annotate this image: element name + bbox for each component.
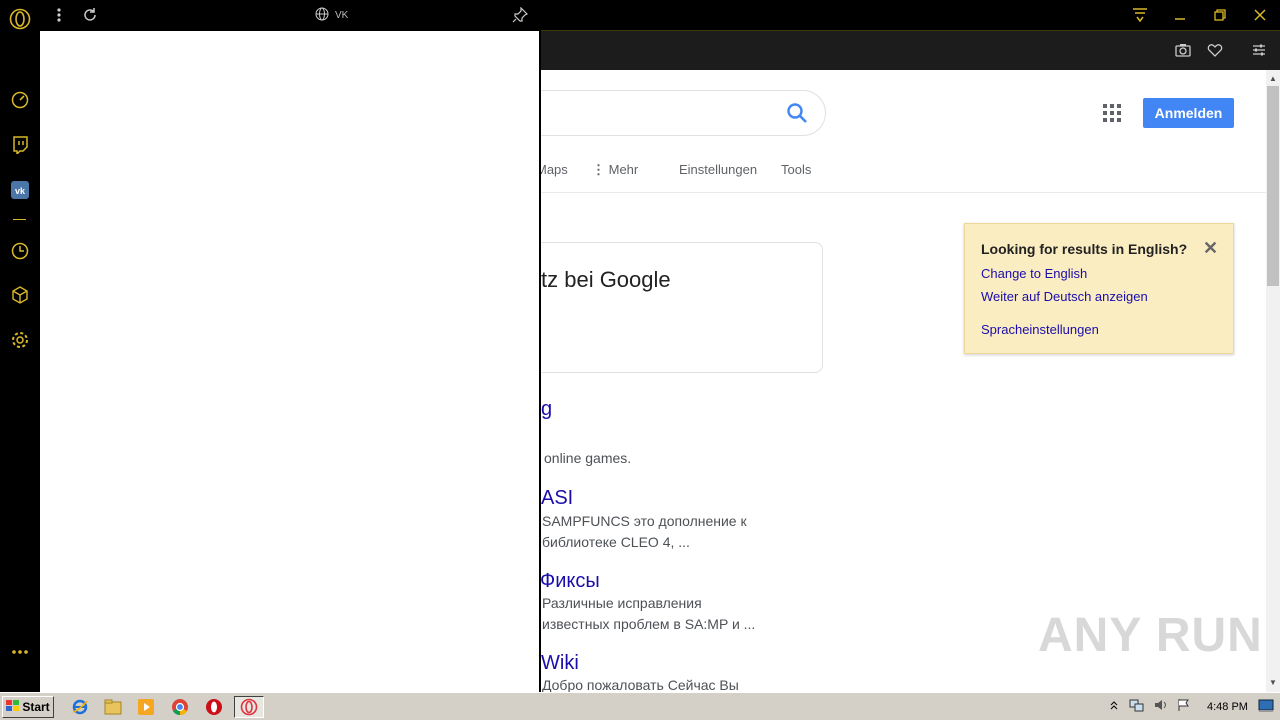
keep-german-link[interactable]: Weiter auf Deutsch anzeigen xyxy=(981,289,1148,304)
panel-title: VK xyxy=(315,7,348,24)
result-snippet: Различные исправления xyxy=(542,595,702,611)
change-to-english-link[interactable]: Change to English xyxy=(981,266,1087,281)
media-player-icon[interactable] xyxy=(134,696,158,718)
nav-divider xyxy=(540,192,1266,193)
opera-taskbar-icon[interactable] xyxy=(202,696,226,718)
tab-menu-icon[interactable] xyxy=(1128,4,1152,26)
easy-setup-icon[interactable] xyxy=(1249,40,1269,60)
opera-logo-icon[interactable] xyxy=(8,7,32,31)
browser-titlebar xyxy=(540,0,1280,31)
scroll-down-icon[interactable]: ▼ xyxy=(1266,676,1280,690)
restore-icon[interactable] xyxy=(1208,4,1232,26)
result-title[interactable]: ASI xyxy=(541,487,573,510)
settings-gear-icon[interactable] xyxy=(8,328,32,352)
sidebar-panel xyxy=(40,0,541,692)
bookmark-heart-icon[interactable] xyxy=(1205,40,1225,60)
taskbar-clock[interactable]: 4:48 PM xyxy=(1207,701,1248,713)
search-box[interactable] xyxy=(540,90,826,136)
chrome-icon[interactable] xyxy=(168,696,192,718)
nav-tools[interactable]: Tools xyxy=(781,162,811,177)
nav-settings[interactable]: Einstellungen xyxy=(679,162,757,177)
scrollbar-thumb[interactable] xyxy=(1267,86,1279,286)
reload-icon[interactable] xyxy=(82,7,98,28)
minimize-icon[interactable] xyxy=(1168,4,1192,26)
result-snippet: Добро пожаловать Сейчас Вы xyxy=(542,677,739,692)
panel-toolbar: VK xyxy=(40,0,540,31)
extensions-cube-icon[interactable] xyxy=(8,283,32,307)
nav-more-label: Mehr xyxy=(608,162,639,177)
globe-icon xyxy=(315,7,329,24)
close-window-icon[interactable] xyxy=(1248,4,1272,26)
language-settings-link[interactable]: Spracheinstellungen xyxy=(981,322,1099,337)
result-snippet: библиотеке CLEO 4, ... xyxy=(542,534,690,550)
panel-menu-icon[interactable] xyxy=(54,7,64,28)
explorer-folder-icon[interactable] xyxy=(101,696,125,718)
language-popup-title: Looking for results in English? xyxy=(981,241,1188,257)
volume-icon[interactable] xyxy=(1153,698,1169,717)
apps-grid-icon[interactable] xyxy=(1103,104,1121,122)
more-vert-icon: ⋮ xyxy=(592,162,605,177)
panel-title-label: VK xyxy=(335,10,349,21)
more-options-icon[interactable] xyxy=(8,640,32,664)
web-page: Anmelden Maps ⋮ Mehr Einstellungen Tools… xyxy=(540,70,1266,692)
tray-expand-icon[interactable] xyxy=(1109,698,1119,716)
vk-icon[interactable]: vk xyxy=(8,178,32,202)
windows-logo-icon xyxy=(6,699,20,715)
result-snippet: SAMPFUNCS это дополнение к xyxy=(542,513,747,529)
anyrun-watermark: ANY RUN xyxy=(1038,609,1263,662)
action-center-flag-icon[interactable] xyxy=(1177,698,1191,717)
start-label: Start xyxy=(22,700,50,714)
info-card-title: tz bei Google xyxy=(541,267,671,292)
sign-in-button[interactable]: Anmelden xyxy=(1143,98,1234,128)
result-title[interactable]: g xyxy=(541,398,552,421)
history-icon[interactable] xyxy=(8,239,32,263)
windows-taskbar: Start 4:48 PM xyxy=(0,692,1280,720)
search-icon[interactable] xyxy=(786,102,808,129)
result-title[interactable]: Wiki xyxy=(541,652,579,675)
close-icon[interactable]: ✕ xyxy=(1203,238,1218,259)
start-button[interactable]: Start xyxy=(2,696,54,718)
language-popup: Looking for results in English? ✕ Change… xyxy=(964,223,1234,354)
scroll-up-icon[interactable]: ▲ xyxy=(1266,72,1280,86)
snapshot-icon[interactable] xyxy=(1173,40,1193,60)
network-icon[interactable] xyxy=(1129,698,1145,717)
result-title[interactable]: Фиксы xyxy=(540,570,600,593)
result-snippet: известных проблем в SA:MP и ... xyxy=(542,616,756,632)
show-desktop-icon[interactable] xyxy=(1258,699,1274,718)
opera-gx-taskbar-icon[interactable] xyxy=(234,696,264,718)
ie-icon[interactable] xyxy=(68,696,92,718)
sidebar-divider xyxy=(13,219,26,220)
pin-icon[interactable] xyxy=(512,6,529,28)
twitch-icon[interactable] xyxy=(8,133,32,157)
speed-dial-icon[interactable] xyxy=(8,88,32,112)
result-snippet: online games. xyxy=(544,450,632,466)
nav-maps[interactable]: Maps xyxy=(540,162,568,177)
svg-text:vk: vk xyxy=(15,186,26,196)
info-card xyxy=(540,242,823,373)
address-bar xyxy=(540,31,1280,70)
nav-more[interactable]: ⋮ Mehr xyxy=(592,162,638,178)
opera-sidebar: vk xyxy=(0,0,40,692)
